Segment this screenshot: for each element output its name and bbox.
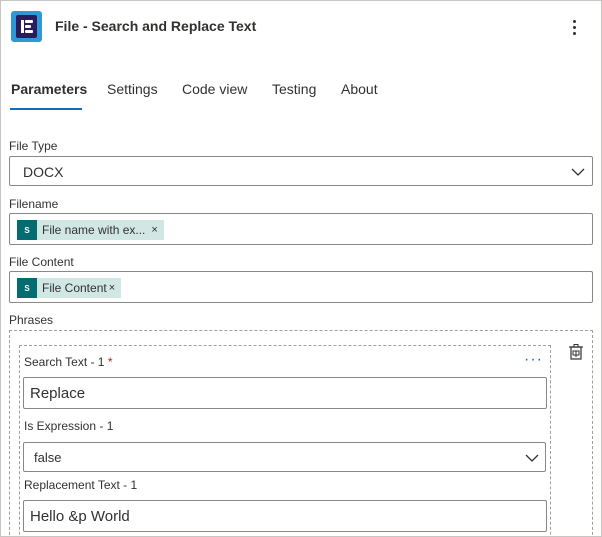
more-options-icon[interactable] <box>565 15 585 39</box>
dynamic-content-token: S File name with ex... × <box>17 220 164 240</box>
tab-about[interactable]: About <box>341 81 378 107</box>
remove-token-icon[interactable]: × <box>151 224 157 236</box>
dynamic-content-token: S File Content × <box>17 278 122 298</box>
sharepoint-icon: S <box>17 220 37 240</box>
file-type-value: DOCX <box>23 164 64 180</box>
search-text-input[interactable]: Replace <box>23 377 547 409</box>
panel-header: File - Search and Replace Text <box>1 1 601 53</box>
file-type-label: File Type <box>9 139 58 153</box>
is-expression-label: Is Expression - 1 <box>24 419 114 433</box>
is-expression-value: false <box>34 450 62 465</box>
item-menu-icon[interactable]: ··· <box>524 351 543 369</box>
remove-token-icon[interactable]: × <box>109 282 115 294</box>
replacement-text-label: Replacement Text - 1 <box>24 478 138 492</box>
delete-item-icon[interactable] <box>567 343 585 361</box>
sharepoint-icon: S <box>17 278 37 298</box>
filename-field[interactable]: S File name with ex... × <box>9 213 593 245</box>
action-panel: File - Search and Replace Text Parameter… <box>0 0 602 537</box>
connector-logo-icon <box>11 11 42 42</box>
chevron-down-icon <box>525 454 539 462</box>
file-type-dropdown[interactable]: DOCX <box>9 156 593 186</box>
token-label: File Content <box>42 281 107 295</box>
is-expression-dropdown[interactable]: false <box>23 442 546 472</box>
tab-code-view[interactable]: Code view <box>182 81 247 107</box>
file-content-field[interactable]: S File Content × <box>9 271 593 303</box>
phrases-label: Phrases <box>9 313 54 327</box>
search-text-label: Search Text - 1 * <box>24 355 113 369</box>
active-tab-indicator <box>10 108 82 110</box>
token-label: File name with ex... <box>42 223 146 237</box>
tab-parameters[interactable]: Parameters <box>11 81 87 107</box>
chevron-down-icon <box>571 168 585 176</box>
filename-label: Filename <box>9 197 59 211</box>
tab-bar: Parameters Settings Code view Testing Ab… <box>1 73 601 113</box>
file-content-label: File Content <box>9 255 74 269</box>
replacement-text-input[interactable]: Hello &p World <box>23 500 547 532</box>
page-title: File - Search and Replace Text <box>55 18 257 34</box>
tab-settings[interactable]: Settings <box>107 81 158 107</box>
required-mark: * <box>107 355 113 369</box>
tab-testing[interactable]: Testing <box>272 81 316 107</box>
